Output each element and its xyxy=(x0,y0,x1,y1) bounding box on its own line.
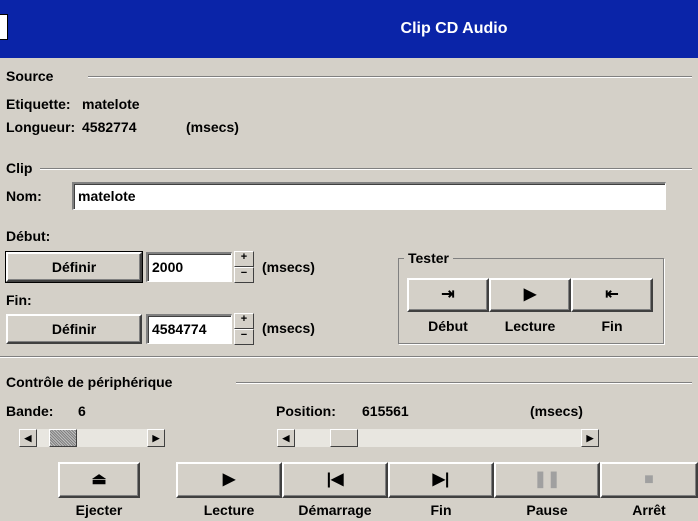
tester-play-label: Lecture xyxy=(504,318,556,334)
pause-button[interactable]: ❚❚ xyxy=(494,462,600,498)
source-divider xyxy=(88,76,692,78)
position-label: Position: xyxy=(276,403,336,419)
scroll-right-icon[interactable]: ▶ xyxy=(581,429,599,447)
tester-start-button[interactable]: ⇥ xyxy=(407,278,489,312)
scroll-left-icon[interactable]: ◀ xyxy=(19,429,37,447)
stop-label: Arrêt xyxy=(632,502,666,518)
track-scroll-thumb[interactable] xyxy=(49,429,77,447)
bande-label: Bande: xyxy=(6,403,54,419)
play-icon: ▶ xyxy=(523,286,537,303)
etiquette-value: matelote xyxy=(82,96,140,112)
tester-end-button[interactable]: ⇤ xyxy=(571,278,653,312)
tester-group-label: Tester xyxy=(404,250,453,266)
fin-label: Fin: xyxy=(6,292,32,308)
source-group-label: Source xyxy=(6,68,54,84)
window-title: Clip CD Audio xyxy=(400,20,508,37)
end-button[interactable]: ▶| xyxy=(388,462,494,498)
device-group-label: Contrôle de périphérique xyxy=(6,374,173,390)
device-top-divider xyxy=(0,356,698,358)
clip-divider xyxy=(40,168,692,170)
skip-forward-icon: ▶| xyxy=(432,471,450,488)
start-button[interactable]: |◀ xyxy=(282,462,388,498)
etiquette-label: Etiquette: xyxy=(6,96,71,112)
debut-unit: (msecs) xyxy=(262,259,315,275)
tester-start-label: Début xyxy=(428,318,468,334)
skip-back-icon: |◀ xyxy=(326,471,344,488)
stop-button[interactable]: ■ xyxy=(600,462,698,498)
play-icon: ▶ xyxy=(222,471,236,488)
nom-label: Nom: xyxy=(6,188,42,204)
debut-define-button[interactable]: Définir xyxy=(5,251,143,283)
spin-up-icon[interactable]: + xyxy=(234,251,254,267)
debut-input[interactable]: 2000 xyxy=(146,252,232,282)
bande-value: 6 xyxy=(78,403,86,419)
track-scrollbar[interactable]: ◀ ▶ xyxy=(18,428,166,448)
spin-down-icon[interactable]: − xyxy=(234,329,254,345)
position-scroll-thumb[interactable] xyxy=(330,429,358,447)
tester-play-button[interactable]: ▶ xyxy=(489,278,571,312)
title-bar: Clip CD Audio xyxy=(0,0,698,58)
system-menu-icon[interactable] xyxy=(0,14,8,40)
debut-spinner[interactable]: + − xyxy=(234,251,254,283)
end-label: Fin xyxy=(430,502,452,518)
play-button[interactable]: ▶ xyxy=(176,462,282,498)
eject-button[interactable]: ⏏ xyxy=(58,462,140,498)
fin-define-label: Définir xyxy=(51,321,97,337)
fin-spinner[interactable]: + − xyxy=(234,313,254,345)
pause-icon: ❚❚ xyxy=(533,471,561,488)
position-unit: (msecs) xyxy=(530,403,583,419)
fin-unit: (msecs) xyxy=(262,320,315,336)
spin-up-icon[interactable]: + xyxy=(234,313,254,329)
position-scrollbar[interactable]: ◀ ▶ xyxy=(276,428,600,448)
stop-icon: ■ xyxy=(644,471,654,488)
goto-end-icon: ⇤ xyxy=(605,286,619,303)
scroll-right-icon[interactable]: ▶ xyxy=(147,429,165,447)
play-label: Lecture xyxy=(203,502,255,518)
scroll-left-icon[interactable]: ◀ xyxy=(277,429,295,447)
nom-input[interactable]: matelote xyxy=(72,182,666,210)
longueur-unit: (msecs) xyxy=(186,119,239,135)
eject-label: Ejecter xyxy=(75,502,123,518)
clip-group-label: Clip xyxy=(6,160,33,176)
fin-define-button[interactable]: Définir xyxy=(6,314,142,344)
pause-label: Pause xyxy=(526,502,568,518)
device-divider xyxy=(236,382,692,384)
longueur-label: Longueur: xyxy=(6,119,76,135)
eject-icon: ⏏ xyxy=(91,471,107,488)
spin-down-icon[interactable]: − xyxy=(234,267,254,283)
longueur-value: 4582774 xyxy=(82,119,137,135)
debut-define-label: Définir xyxy=(51,259,97,275)
debut-label: Début: xyxy=(6,228,51,244)
position-value: 615561 xyxy=(362,403,409,419)
fin-input[interactable]: 4584774 xyxy=(146,314,232,344)
start-label: Démarrage xyxy=(298,502,372,518)
tester-end-label: Fin xyxy=(601,318,623,334)
goto-start-icon: ⇥ xyxy=(441,286,455,303)
